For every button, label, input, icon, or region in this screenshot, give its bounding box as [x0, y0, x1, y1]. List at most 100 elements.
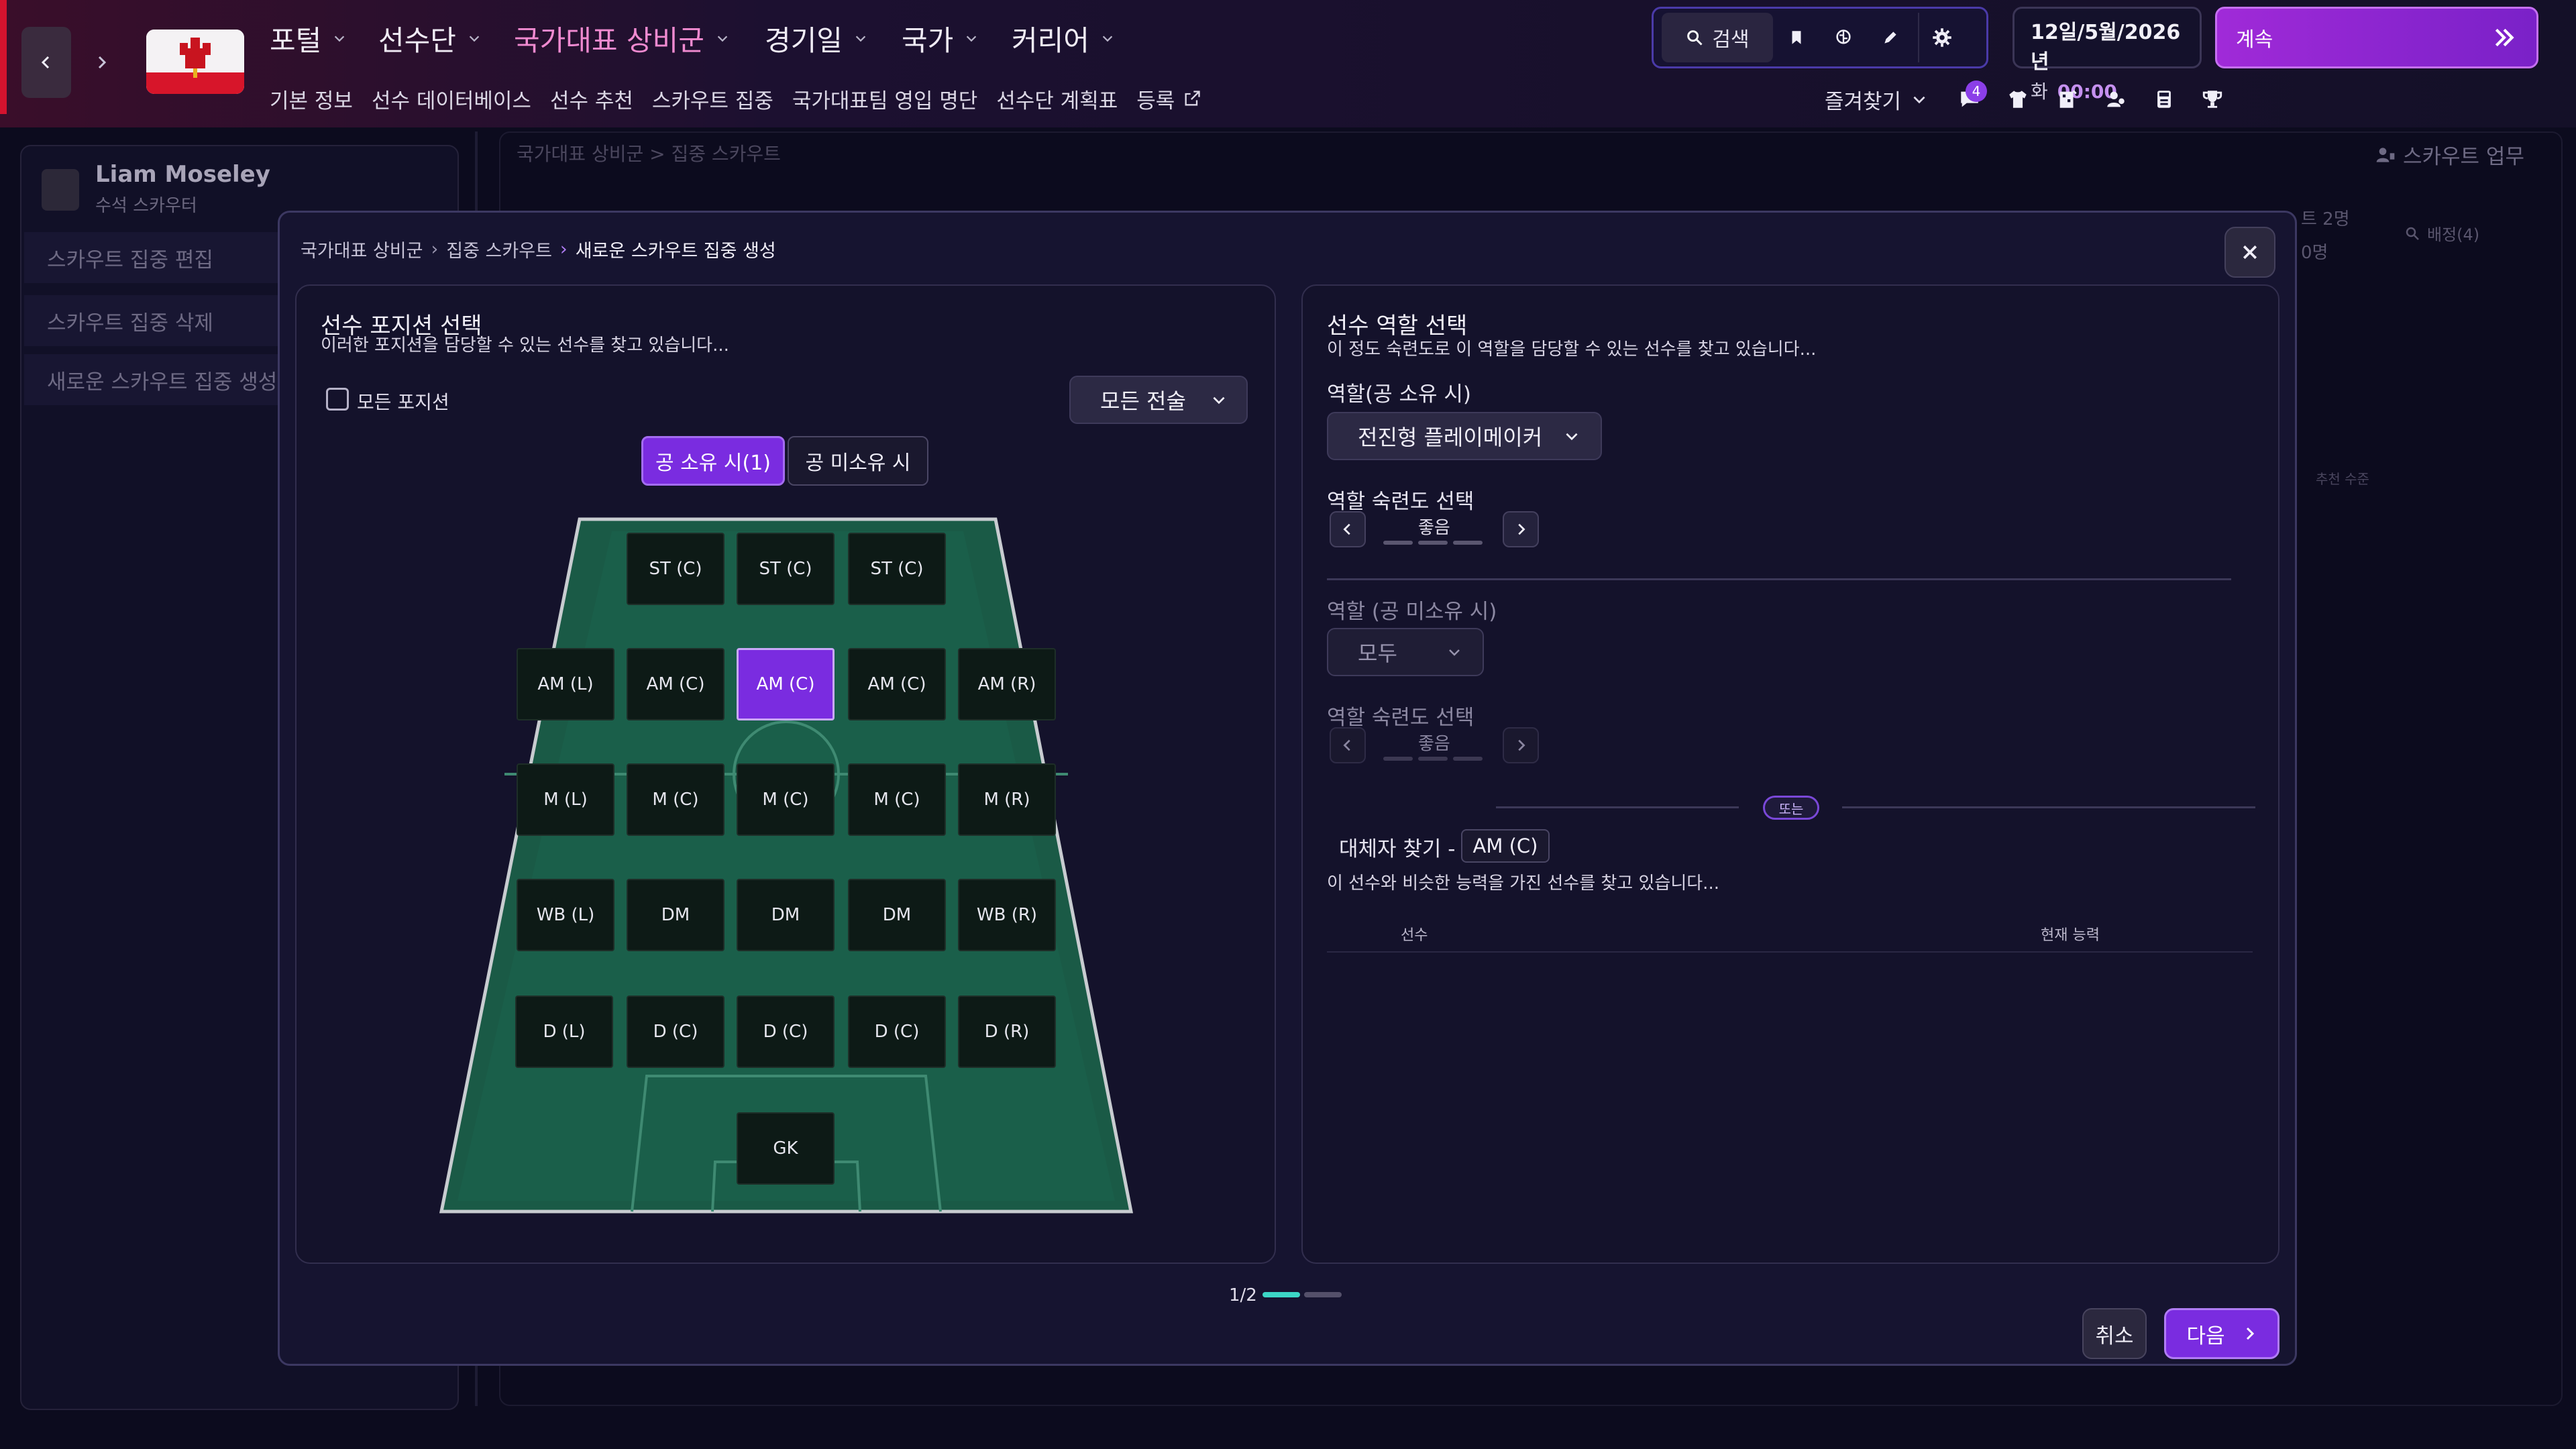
bookmark-button[interactable] [1773, 13, 1820, 62]
in-possession-toggle[interactable]: 공 소유 시(1) [641, 436, 785, 486]
proficiency-in-label: 역할 숙련도 선택 [1327, 490, 1474, 514]
submenu-player-database[interactable]: 선수 데이터베이스 [372, 84, 531, 114]
notification-badge: 4 [1966, 80, 1987, 102]
submenu-scouting-focus[interactable]: 스카우트 집중 [652, 84, 773, 114]
position-m-centre[interactable]: M (C) [737, 763, 835, 836]
people-icon [2107, 91, 2125, 107]
position-st-right[interactable]: ST (C) [848, 533, 946, 605]
replacement-position-chip: AM (C) [1461, 829, 1550, 863]
search-button[interactable]: 검색 [1662, 13, 1773, 62]
section-divider [1327, 578, 2231, 580]
edit-button[interactable] [1867, 13, 1914, 62]
proficiency-out-increase-button[interactable] [1503, 727, 1539, 763]
scouting-tasks-button[interactable]: 스카우트 업무 [2375, 140, 2524, 170]
position-d-right[interactable]: D (R) [958, 996, 1056, 1068]
chevron-right-icon [98, 56, 107, 69]
nation-flag[interactable] [146, 30, 244, 94]
position-wb-left[interactable]: WB (L) [517, 879, 614, 951]
column-current-ability[interactable]: 현재 능력 [2041, 923, 2100, 945]
proficiency-in-increase-button[interactable] [1503, 511, 1539, 547]
position-am-centre-right[interactable]: AM (C) [848, 648, 946, 720]
position-d-left[interactable]: D (L) [515, 996, 613, 1068]
role-in-possession-dropdown[interactable]: 전진형 플레이메이커 [1327, 412, 1602, 460]
continue-button[interactable]: 계속 [2215, 7, 2538, 68]
menu-nation[interactable]: 국가 [902, 15, 979, 62]
position-st-centre[interactable]: ST (C) [737, 533, 835, 605]
chevron-left-icon [1343, 523, 1350, 535]
crumb-national-pool[interactable]: 국가대표 상비군 [301, 236, 423, 262]
sub-navigation: 기본 정보 선수 데이터베이스 선수 추천 스카우트 집중 국가대표팀 영입 명… [270, 82, 1201, 115]
position-m-right[interactable]: M (R) [958, 763, 1056, 836]
submenu-registration[interactable]: 등록 [1136, 84, 1201, 114]
or-divider-right [1842, 806, 2255, 808]
role-out-possession-dropdown[interactable]: 모두 [1327, 628, 1484, 676]
all-positions-checkbox[interactable] [326, 388, 349, 411]
kit-button[interactable] [2000, 82, 2035, 117]
game-date[interactable]: 12일/5월/2026년 화 00:00 [2012, 7, 2202, 103]
chevron-down-icon [1566, 433, 1578, 441]
chevron-right-icon [2246, 1327, 2254, 1340]
proficiency-in-value: 좋음 [1418, 518, 1450, 538]
chevron-right-icon [1518, 739, 1525, 751]
page-indicator: 1/2 [1229, 1285, 1257, 1305]
settings-button[interactable] [1918, 13, 1965, 62]
position-am-right[interactable]: AM (R) [958, 648, 1056, 720]
menu-career[interactable]: 커리어 [1012, 15, 1115, 62]
position-am-centre-selected[interactable]: AM (C) [737, 648, 835, 720]
brain-button[interactable] [1820, 13, 1867, 62]
position-dm-right[interactable]: DM [848, 879, 946, 951]
people-icon [2376, 147, 2395, 162]
next-button[interactable]: 다음 [2164, 1308, 2279, 1359]
position-st-left[interactable]: ST (C) [627, 533, 724, 605]
submenu-shortlist[interactable]: 국가대표팀 영입 명단 [792, 84, 977, 114]
back-button[interactable] [21, 27, 71, 98]
menu-portal[interactable]: 포털 [270, 15, 347, 62]
chevron-down-icon [717, 36, 728, 42]
position-d-centre[interactable]: D (C) [737, 996, 835, 1068]
dialog-breadcrumb: 국가대표 상비군 › 집중 스카우트 › 새로운 스카우트 집중 생성 [301, 236, 776, 262]
external-link-icon [1185, 91, 1200, 106]
submenu-recommendations[interactable]: 선수 추천 [550, 84, 633, 114]
position-m-left[interactable]: M (L) [517, 763, 614, 836]
column-player[interactable]: 선수 [1401, 923, 1428, 945]
position-dm-centre[interactable]: DM [737, 879, 835, 951]
position-card-subtitle: 이러한 포지션을 담당할 수 있는 선수를 찾고 있습니다... [321, 335, 729, 356]
proficiency-out-bar-3 [1453, 757, 1483, 761]
shirt-icon [2009, 91, 2027, 108]
position-d-centre-left[interactable]: D (C) [627, 996, 724, 1068]
out-of-possession-toggle[interactable]: 공 미소유 시 [788, 436, 928, 486]
proficiency-out-decrease-button[interactable] [1330, 727, 1366, 763]
team-report-button[interactable] [2050, 82, 2085, 117]
finances-button[interactable] [2147, 82, 2182, 117]
bg-assign-button[interactable]: 배정(4) [2404, 221, 2479, 245]
calculator-icon [2157, 91, 2171, 108]
position-d-centre-right[interactable]: D (C) [848, 996, 946, 1068]
tactic-dropdown[interactable]: 모든 전술 [1069, 376, 1248, 424]
favorites-dropdown[interactable]: 즐겨찾기 [1825, 83, 1928, 115]
menu-squad[interactable]: 선수단 [378, 15, 482, 62]
forward-button[interactable] [76, 27, 126, 98]
position-m-centre-left[interactable]: M (C) [627, 763, 724, 836]
staff-button[interactable] [2098, 82, 2133, 117]
page-dot-active [1263, 1292, 1300, 1297]
position-am-centre-left[interactable]: AM (C) [627, 648, 724, 720]
menu-national-pool[interactable]: 국가대표 상비군 [514, 15, 730, 62]
proficiency-in-bar-3 [1453, 541, 1483, 545]
crumb-scouting-focus[interactable]: 집중 스카우트 [446, 236, 552, 262]
close-button[interactable] [2224, 227, 2275, 278]
cancel-button[interactable]: 취소 [2082, 1308, 2147, 1359]
position-wb-right[interactable]: WB (R) [958, 879, 1056, 951]
trophy-button[interactable] [2195, 82, 2230, 117]
menu-matchday[interactable]: 경기일 [765, 15, 868, 62]
pitch-graphic [439, 517, 1134, 1214]
scout-name: Liam Moseley [95, 161, 270, 188]
position-dm-left[interactable]: DM [627, 879, 724, 951]
position-m-centre-right[interactable]: M (C) [848, 763, 946, 836]
position-goalkeeper[interactable]: GK [737, 1112, 835, 1185]
chevron-right-icon: › [431, 239, 439, 260]
submenu-squad-planner[interactable]: 선수단 계획표 [996, 84, 1118, 114]
proficiency-in-decrease-button[interactable] [1330, 511, 1366, 547]
position-am-left[interactable]: AM (L) [517, 648, 614, 720]
date-text: 12일/5월/2026년 [2031, 21, 2181, 74]
submenu-basic-info[interactable]: 기본 정보 [270, 84, 353, 114]
